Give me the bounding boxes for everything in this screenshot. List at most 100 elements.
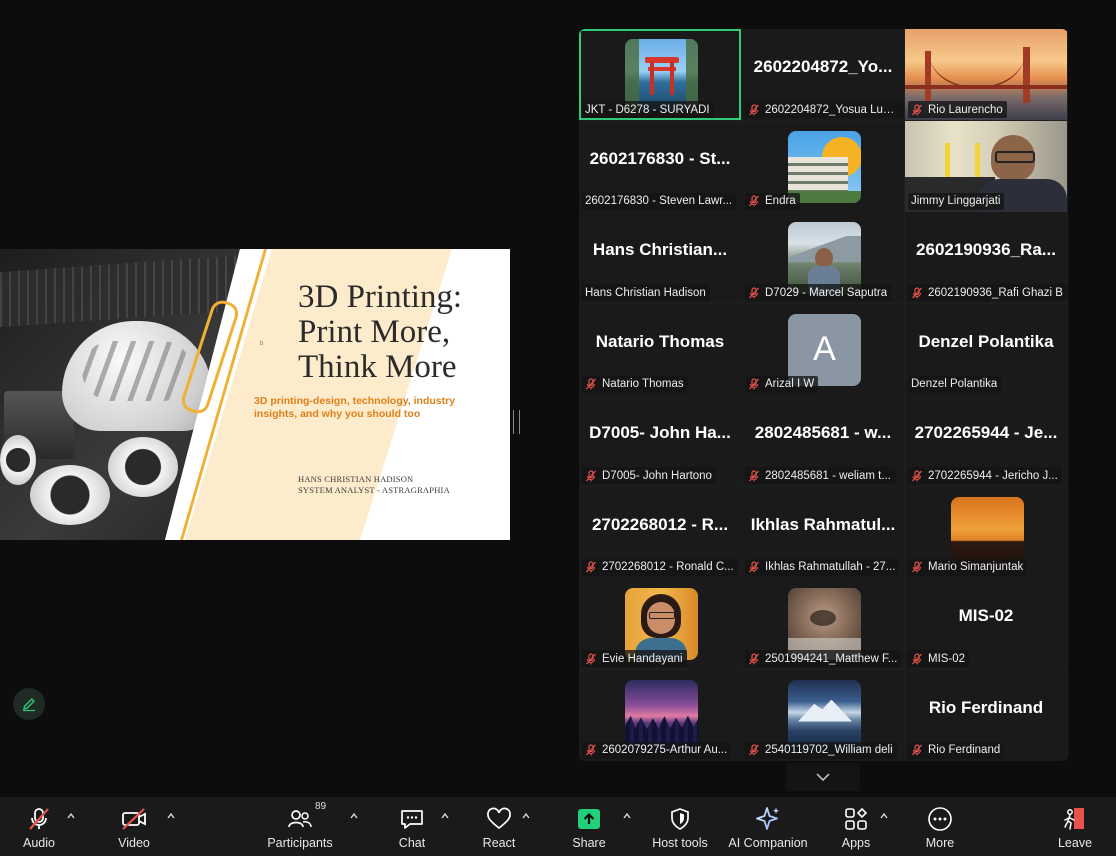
audio-button[interactable]: Audio <box>18 797 60 856</box>
video-options-chevron-up-icon[interactable] <box>166 811 176 821</box>
participant-name-label: 2602204872_Yosua Lum... <box>745 101 904 118</box>
split-resize-handle[interactable] <box>513 410 520 434</box>
gallery-scroll-down-button[interactable] <box>786 763 860 791</box>
participant-name: Endra <box>765 195 796 207</box>
participant-display-name: Rio Ferdinand <box>928 697 1044 717</box>
participant-name: JKT - D6278 - SURYADI <box>585 103 710 116</box>
participants-options-chevron-up-icon[interactable] <box>349 811 359 821</box>
audio-options-chevron-up-icon[interactable] <box>66 811 76 821</box>
share-options-chevron-up-icon[interactable] <box>622 811 632 821</box>
slide-title-line-1: 3D Printing: <box>298 279 463 315</box>
participant-name-label: Endra <box>745 192 800 210</box>
participant-name-label: D7005- John Hartono <box>582 467 716 484</box>
participants-button[interactable]: 89 Participants <box>264 797 336 856</box>
chat-bubble-icon <box>401 810 423 829</box>
chat-options-chevron-up-icon[interactable] <box>440 811 450 821</box>
participant-tile[interactable]: 2602176830 - St... 2602176830 - Steven La… <box>579 120 741 212</box>
participant-display-name: Ikhlas Rahmatul... <box>750 514 896 534</box>
participant-tile[interactable]: Rio Laurencho <box>905 29 1067 120</box>
participant-tile[interactable]: Mario Simanjuntak <box>905 486 1067 578</box>
share-label: Share <box>572 836 606 850</box>
participant-tile[interactable]: A Arizal I W <box>742 303 904 395</box>
participant-tile[interactable]: 2602190936_Ra... 2602190936_Rafi Ghazi B <box>905 212 1067 303</box>
participant-gallery[interactable]: JKT - D6278 - SURYADI 2602204872_Yo... 260… <box>579 29 1068 761</box>
participant-name-label: JKT - D6278 - SURYADI <box>582 101 714 118</box>
participant-name: Mario Simanjuntak <box>928 561 1024 573</box>
participant-tile[interactable]: 2802485681 - w... 2802485681 - weliam t..… <box>742 395 904 486</box>
video-button[interactable]: Video <box>112 797 156 856</box>
apps-options-chevron-up-icon[interactable] <box>879 811 889 821</box>
participant-name: 2540119702_William deli <box>765 744 893 756</box>
annotate-button[interactable] <box>13 688 45 720</box>
microphone-muted-icon <box>912 744 922 756</box>
participant-avatar: A <box>788 313 861 386</box>
microphone-muted-icon <box>749 744 759 756</box>
participant-name: 2602204872_Yosua Lum... <box>765 103 900 116</box>
participant-tile[interactable]: 2540119702_William deli <box>742 669 904 761</box>
participant-tile[interactable]: Natario Thomas Natario Thomas <box>579 303 741 395</box>
slide-author-role: SYSTEM ANALYST - ASTRAGRAPHIA <box>298 485 450 495</box>
host-tools-button[interactable]: Host tools <box>648 797 712 856</box>
participant-display-name: 2702268012 - R... <box>591 514 729 534</box>
apps-button[interactable]: Apps <box>840 797 872 856</box>
microphone-muted-icon <box>586 469 596 481</box>
participants-label: Participants <box>267 836 333 850</box>
react-button[interactable]: React <box>482 797 516 856</box>
react-options-chevron-up-icon[interactable] <box>521 811 531 821</box>
slide-title: 3D Printing: Print More, Think More <box>298 280 508 385</box>
chevron-down-icon <box>816 773 830 782</box>
participant-name-label: MIS-02 <box>908 650 970 667</box>
participants-icon <box>288 810 312 828</box>
more-button[interactable]: More <box>922 797 958 856</box>
participant-name-label: 2501994241_Matthew F... <box>745 650 902 667</box>
participant-tile[interactable]: Ikhlas Rahmatul... Ikhlas Rahmatullah - 2… <box>742 486 904 578</box>
participant-tile[interactable]: 2602204872_Yo... 2602204872_Yosua Lum... <box>742 29 904 120</box>
participant-name: Rio Laurencho <box>928 103 1003 116</box>
participant-tile[interactable]: 2702265944 - Je... 2702265944 - Jericho J… <box>905 395 1067 486</box>
participant-name: Natario Thomas <box>602 378 684 390</box>
participant-tile[interactable]: Endra <box>742 120 904 212</box>
participant-name-label: Rio Laurencho <box>908 101 1007 118</box>
participant-tile[interactable]: 2501994241_Matthew F... <box>742 578 904 669</box>
participant-name: 2602176830 - Steven Lawr... <box>585 195 733 207</box>
participant-name-label: 2802485681 - weliam t... <box>745 467 895 484</box>
chat-label: Chat <box>398 836 426 850</box>
participant-name: MIS-02 <box>928 652 966 665</box>
participant-display-name: Hans Christian... <box>592 240 728 259</box>
sparkle-icon <box>756 807 779 830</box>
participants-count-badge: 89 <box>315 801 327 812</box>
participant-tile[interactable]: D7005- John Ha... D7005- John Hartono <box>579 395 741 486</box>
chat-button[interactable]: Chat <box>396 797 428 856</box>
participant-display-name: 2602204872_Yo... <box>753 57 893 76</box>
participant-name-label: D7029 - Marcel Saputra <box>745 284 892 301</box>
participant-display-name: 2602176830 - St... <box>589 148 731 168</box>
leave-button[interactable]: Leave <box>1056 797 1094 856</box>
ai-companion-button[interactable]: AI Companion <box>726 797 810 856</box>
participant-name-label: Arizal I W <box>745 375 819 393</box>
participant-tile[interactable]: JKT - D6278 - SURYADI <box>579 29 741 120</box>
microphone-muted-icon <box>749 469 759 481</box>
participant-name-label: 2602176830 - Steven Lawr... <box>582 192 737 210</box>
share-button[interactable]: Share <box>570 797 608 856</box>
participant-name-label: Evie Handayani <box>582 650 687 667</box>
microphone-muted-icon <box>586 561 596 573</box>
participant-tile[interactable]: D7029 - Marcel Saputra <box>742 212 904 303</box>
participant-tile[interactable]: Hans Christian... Hans Christian Hadison <box>579 212 741 303</box>
slide-author: HANS CHRISTIAN HADISON SYSTEM ANALYST - … <box>298 474 498 496</box>
participant-tile[interactable]: MIS-02 MIS-02 <box>905 578 1067 669</box>
meeting-toolbar: Audio Video 89 Participants Chat React S… <box>0 797 1116 856</box>
participant-display-name: Denzel Polantika <box>918 331 1054 351</box>
participant-tile[interactable]: Evie Handayani <box>579 578 741 669</box>
participant-display-name: 2702265944 - Je... <box>914 423 1058 442</box>
more-dots-icon <box>928 807 952 831</box>
participant-tile[interactable]: Denzel Polantika Denzel Polantika <box>905 303 1067 395</box>
participant-tile[interactable]: Jimmy Linggarjati <box>905 120 1067 212</box>
participant-name-label: Natario Thomas <box>582 375 688 393</box>
microphone-muted-icon <box>912 286 922 298</box>
participant-tile[interactable]: Rio Ferdinand Rio Ferdinand <box>905 669 1067 761</box>
react-label: React <box>482 836 516 850</box>
participant-tile[interactable]: 2702268012 - R... 2702268012 - Ronald C..… <box>579 486 741 578</box>
participant-name-label: Rio Ferdinand <box>908 741 1005 759</box>
avatar-letter: A <box>813 330 836 368</box>
participant-tile[interactable]: 2602079275-Arthur Au... <box>579 669 741 761</box>
